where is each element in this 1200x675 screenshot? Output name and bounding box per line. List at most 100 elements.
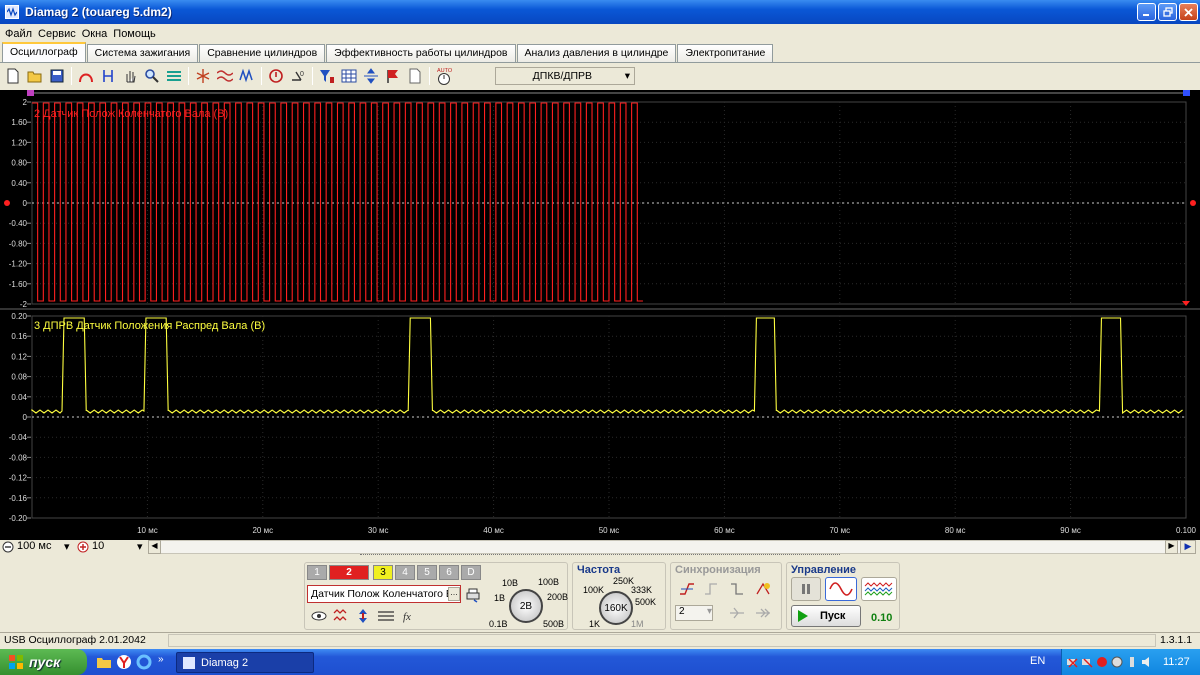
frequency-knob[interactable]: 160K	[599, 591, 633, 625]
channel3-y-tick-label: 0.20	[11, 312, 27, 321]
run-button[interactable]: Пуск	[791, 605, 861, 627]
sync-channel-select[interactable]: 2 ▾	[675, 605, 713, 621]
measure-cursors-icon[interactable]	[97, 65, 119, 87]
compress-icon[interactable]	[192, 65, 214, 87]
maximize-button[interactable]	[1158, 3, 1177, 21]
trigger-down-icon[interactable]	[729, 581, 745, 597]
marker-1-icon[interactable]	[27, 90, 34, 96]
marker-filter-icon[interactable]	[316, 65, 338, 87]
auto-measure-icon[interactable]	[265, 65, 287, 87]
marker-2-icon[interactable]	[1183, 90, 1190, 96]
menu-help[interactable]: Помощь	[110, 28, 159, 40]
math-function-icon[interactable]: fx	[401, 608, 417, 624]
single-mode-button[interactable]	[825, 577, 857, 601]
x-tick-label: 90 мс	[1060, 526, 1081, 535]
tab-pressure-analysis[interactable]: Анализ давления в цилиндре	[516, 44, 677, 62]
channel-digital-button[interactable]: D	[461, 565, 481, 580]
update-icon[interactable]	[1111, 656, 1123, 668]
new-file-icon[interactable]	[2, 65, 24, 87]
menu-file[interactable]: Файл	[2, 28, 35, 40]
trigger-up-icon[interactable]	[703, 581, 719, 597]
channel-6-button[interactable]: 6	[439, 565, 459, 580]
close-button[interactable]	[1179, 3, 1198, 21]
channel3-y-tick-label: 0.16	[11, 332, 27, 341]
channel2-y-tick-label: 0	[23, 199, 28, 208]
status-bar: USB Осциллограф 2.01.2042 1.3.1.1	[0, 632, 1200, 648]
zoom-out-icon[interactable]	[2, 541, 14, 553]
sync-title: Синхронизация	[675, 564, 761, 576]
continuous-mode-button[interactable]	[861, 577, 897, 601]
network-icon[interactable]	[1066, 656, 1078, 668]
zoom-icon[interactable]	[141, 65, 163, 87]
zero-offset-icon[interactable]: 0	[287, 65, 309, 87]
trigger-auto-icon[interactable]	[755, 581, 771, 597]
network2-icon[interactable]	[1081, 656, 1093, 668]
tab-power-supply[interactable]: Электропитание	[677, 44, 774, 62]
play-forward-icon[interactable]: ▶	[1180, 540, 1196, 554]
x-tick-label: 50 мс	[599, 526, 620, 535]
divisions-chevron-icon[interactable]: ▾	[137, 540, 143, 553]
volt-knob[interactable]: 2В	[509, 589, 543, 623]
horizontal-scrollbar[interactable]	[148, 540, 1184, 554]
document-icon[interactable]	[404, 65, 426, 87]
menu-windows[interactable]: Окна	[79, 28, 111, 40]
oscilloscope-display[interactable]: 2 1.60 1.20 0.80 0.40 0 -0.40 -0.80 -1.20 -1.60 -2…	[0, 90, 1200, 540]
panel-splitter[interactable]	[360, 554, 840, 559]
wave-stack-icon[interactable]	[236, 65, 258, 87]
zoom-in-icon[interactable]	[77, 541, 89, 553]
levels-icon[interactable]	[377, 608, 395, 624]
trigger-shift-icon[interactable]	[755, 605, 771, 621]
safely-remove-icon[interactable]	[1126, 656, 1138, 668]
trigger-level-icon[interactable]	[729, 605, 745, 621]
tab-cylinder-compare[interactable]: Сравнение цилиндров	[199, 44, 326, 62]
vertical-shift-icon[interactable]	[355, 608, 371, 624]
volt-500-label: 500В	[543, 619, 565, 629]
timebase-value[interactable]: 100 мс	[17, 540, 51, 552]
eye-icon[interactable]	[311, 609, 327, 623]
quicklaunch-more-icon[interactable]: »	[158, 654, 164, 665]
minimize-button[interactable]	[1137, 3, 1156, 21]
quicklaunch-browser-y-icon[interactable]	[116, 654, 132, 670]
pause-button[interactable]	[791, 577, 821, 601]
cursor-arc-icon[interactable]	[75, 65, 97, 87]
tab-cylinder-efficiency[interactable]: Эффективность работы цилиндров	[326, 44, 516, 62]
title-bar: Diamag 2 (touareg 5.dm2)	[0, 0, 1200, 24]
invert-wave-icon[interactable]	[333, 608, 349, 624]
antivirus-icon[interactable]	[1096, 656, 1108, 668]
hand-pan-icon[interactable]	[119, 65, 141, 87]
wave-overlay-icon[interactable]	[214, 65, 236, 87]
sensor-preset-dropdown[interactable]: ДПКВ/ДПРВ ▾	[495, 67, 635, 85]
quicklaunch-ie-icon[interactable]	[136, 654, 152, 670]
channel-2-button[interactable]: 2	[329, 565, 369, 580]
language-indicator[interactable]: EN	[1030, 655, 1045, 667]
grid-icon[interactable]	[338, 65, 360, 87]
rising-edge-icon[interactable]	[679, 581, 695, 597]
save-icon[interactable]	[46, 65, 68, 87]
sensor-browse-button[interactable]: …	[448, 587, 460, 601]
volume-icon[interactable]	[1141, 656, 1153, 668]
channel-1-button[interactable]: 1	[307, 565, 327, 580]
channel-5-button[interactable]: 5	[417, 565, 437, 580]
start-button[interactable]: пуск	[0, 649, 87, 675]
x-tick-label: 60 мс	[714, 526, 735, 535]
menu-service[interactable]: Сервис	[35, 28, 79, 40]
channel-3-button[interactable]: 3	[373, 565, 393, 580]
channel2-label: 2 Датчик Полож Коленчатого Вала (В)	[34, 108, 228, 120]
scroll-left-icon[interactable]: ◀	[148, 540, 161, 554]
filter-icon[interactable]	[163, 65, 185, 87]
taskbar-item-diamag[interactable]: Diamag 2	[176, 652, 314, 673]
channel-4-button[interactable]: 4	[395, 565, 415, 580]
freq-100k-label: 100K	[583, 585, 605, 595]
tab-ignition[interactable]: Система зажигания	[86, 44, 199, 62]
flag-icon[interactable]	[382, 65, 404, 87]
print-icon[interactable]	[465, 587, 481, 603]
sensor-name-field[interactable]: Датчик Полож Коленчатого В	[307, 585, 461, 603]
timebase-chevron-icon[interactable]: ▾	[64, 540, 70, 553]
auto-timer-icon[interactable]: AUTO	[433, 65, 455, 87]
tab-oscilloscope[interactable]: Осциллограф	[2, 42, 86, 62]
open-folder-icon[interactable]	[24, 65, 46, 87]
quicklaunch-folder-icon[interactable]	[96, 654, 112, 670]
scroll-right-icon[interactable]: ▶	[1165, 540, 1178, 554]
divisions-value[interactable]: 10	[92, 540, 104, 552]
split-icon[interactable]	[360, 65, 382, 87]
